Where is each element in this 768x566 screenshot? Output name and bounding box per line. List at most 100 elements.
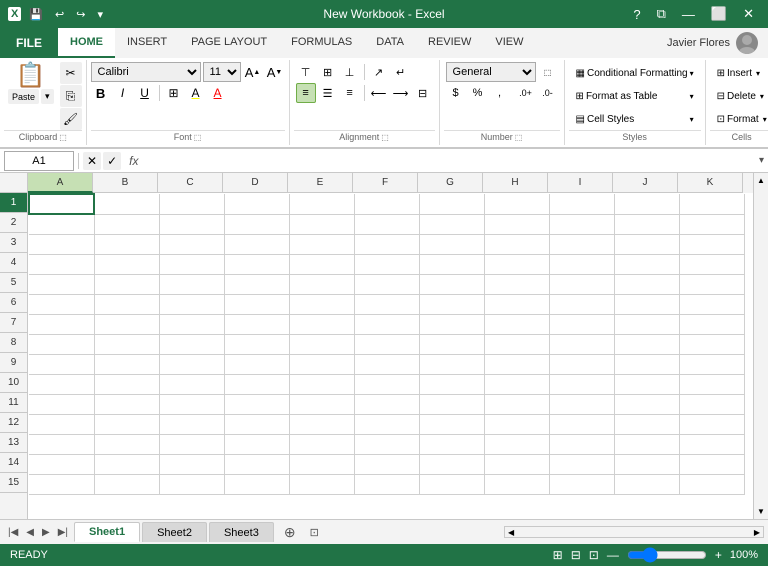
sheet-nav-first[interactable]: |◀ (4, 525, 22, 540)
cell-C13[interactable] (159, 434, 224, 454)
sheet-tab-3[interactable]: Sheet3 (209, 522, 274, 542)
cell-K5[interactable] (679, 274, 744, 294)
page-layout-icon[interactable]: ⊟ (571, 548, 581, 562)
cell-D8[interactable] (224, 334, 289, 354)
cell-D1[interactable] (224, 194, 289, 214)
cell-D13[interactable] (224, 434, 289, 454)
cell-E9[interactable] (289, 354, 354, 374)
font-family-select[interactable]: Calibri (91, 62, 201, 82)
cell-H7[interactable] (484, 314, 549, 334)
cell-F12[interactable] (354, 414, 419, 434)
col-header-d[interactable]: D (223, 173, 288, 193)
number-format-select[interactable]: General (446, 62, 536, 82)
cell-E12[interactable] (289, 414, 354, 434)
cell-G11[interactable] (419, 394, 484, 414)
sheet-nav-next[interactable]: ▶ (38, 525, 54, 540)
cell-I13[interactable] (549, 434, 614, 454)
cell-J1[interactable] (614, 194, 679, 214)
cell-B11[interactable] (94, 394, 159, 414)
align-top-btn[interactable]: ⊤ (296, 62, 316, 82)
cell-J5[interactable] (614, 274, 679, 294)
cell-reference-input[interactable]: A1 (4, 151, 74, 171)
sheet-tab-2[interactable]: Sheet2 (142, 522, 207, 542)
cell-E14[interactable] (289, 454, 354, 474)
cell-K14[interactable] (679, 454, 744, 474)
customize-quick-btn[interactable]: ▾ (93, 6, 107, 23)
fx-label[interactable]: fx (125, 154, 142, 168)
cell-G9[interactable] (419, 354, 484, 374)
minimize-btn[interactable]: — (676, 5, 701, 24)
h-scroll-right[interactable]: ▶ (751, 527, 763, 538)
merge-btn[interactable]: ⊟ (413, 83, 433, 103)
cell-H2[interactable] (484, 214, 549, 234)
cell-A9[interactable] (29, 354, 94, 374)
cell-D2[interactable] (224, 214, 289, 234)
h-scroll-left[interactable]: ◀ (505, 527, 517, 538)
cell-G1[interactable] (419, 194, 484, 214)
cell-G7[interactable] (419, 314, 484, 334)
cell-I15[interactable] (549, 474, 614, 494)
cell-I11[interactable] (549, 394, 614, 414)
col-header-i[interactable]: I (548, 173, 613, 193)
add-sheet-btn[interactable]: ⊕ (278, 524, 302, 541)
font-expand[interactable]: ⬚ (194, 133, 202, 142)
cell-D5[interactable] (224, 274, 289, 294)
paste-btn-label[interactable]: Paste (8, 89, 39, 104)
tab-review[interactable]: REVIEW (416, 28, 483, 58)
cell-F15[interactable] (354, 474, 419, 494)
cell-F5[interactable] (354, 274, 419, 294)
cell-H11[interactable] (484, 394, 549, 414)
cell-K11[interactable] (679, 394, 744, 414)
align-bottom-btn[interactable]: ⊥ (340, 62, 360, 82)
cell-K2[interactable] (679, 214, 744, 234)
cell-E3[interactable] (289, 234, 354, 254)
cell-K1[interactable] (679, 194, 744, 214)
tab-insert[interactable]: INSERT (115, 28, 179, 58)
cell-G12[interactable] (419, 414, 484, 434)
cell-G4[interactable] (419, 254, 484, 274)
cell-I5[interactable] (549, 274, 614, 294)
align-center-btn[interactable]: ☰ (318, 83, 338, 103)
cell-E6[interactable] (289, 294, 354, 314)
cell-H6[interactable] (484, 294, 549, 314)
paste-dropdown-btn[interactable]: ▾ (41, 89, 54, 104)
font-size-select[interactable]: 11 (203, 62, 241, 82)
tab-view[interactable]: VIEW (483, 28, 535, 58)
cell-E7[interactable] (289, 314, 354, 334)
maximize-btn[interactable]: ⬜ (705, 4, 733, 24)
cell-K13[interactable] (679, 434, 744, 454)
cell-J11[interactable] (614, 394, 679, 414)
italic-btn[interactable]: I (113, 83, 133, 103)
comma-btn[interactable]: , (490, 83, 510, 103)
col-header-a[interactable]: A (28, 173, 93, 193)
scroll-track[interactable] (754, 188, 768, 504)
cell-D3[interactable] (224, 234, 289, 254)
cell-D14[interactable] (224, 454, 289, 474)
help-btn[interactable]: ? (627, 5, 646, 24)
cell-J7[interactable] (614, 314, 679, 334)
decrease-indent-btn[interactable]: ⟵ (369, 83, 389, 103)
format-btn[interactable]: ⊡ Format ▾ (712, 108, 768, 130)
cell-E10[interactable] (289, 374, 354, 394)
cell-H3[interactable] (484, 234, 549, 254)
cell-A10[interactable] (29, 374, 94, 394)
file-tab[interactable]: FILE (0, 28, 58, 58)
col-header-e[interactable]: E (288, 173, 353, 193)
tab-home[interactable]: HOME (58, 28, 115, 58)
col-header-j[interactable]: J (613, 173, 678, 193)
cell-E4[interactable] (289, 254, 354, 274)
sheet-tab-1[interactable]: Sheet1 (74, 522, 140, 542)
cell-F3[interactable] (354, 234, 419, 254)
cell-D11[interactable] (224, 394, 289, 414)
cell-G15[interactable] (419, 474, 484, 494)
cell-D10[interactable] (224, 374, 289, 394)
cell-K6[interactable] (679, 294, 744, 314)
formula-cancel-btn[interactable]: ✕ (83, 152, 101, 170)
grid-view-icon[interactable]: ⊞ (553, 548, 563, 562)
cell-G8[interactable] (419, 334, 484, 354)
align-middle-btn[interactable]: ⊞ (318, 62, 338, 82)
cell-B15[interactable] (94, 474, 159, 494)
zoom-in-btn[interactable]: + (715, 548, 722, 562)
cell-J8[interactable] (614, 334, 679, 354)
vertical-scrollbar[interactable]: ▲ ▼ (753, 173, 768, 519)
